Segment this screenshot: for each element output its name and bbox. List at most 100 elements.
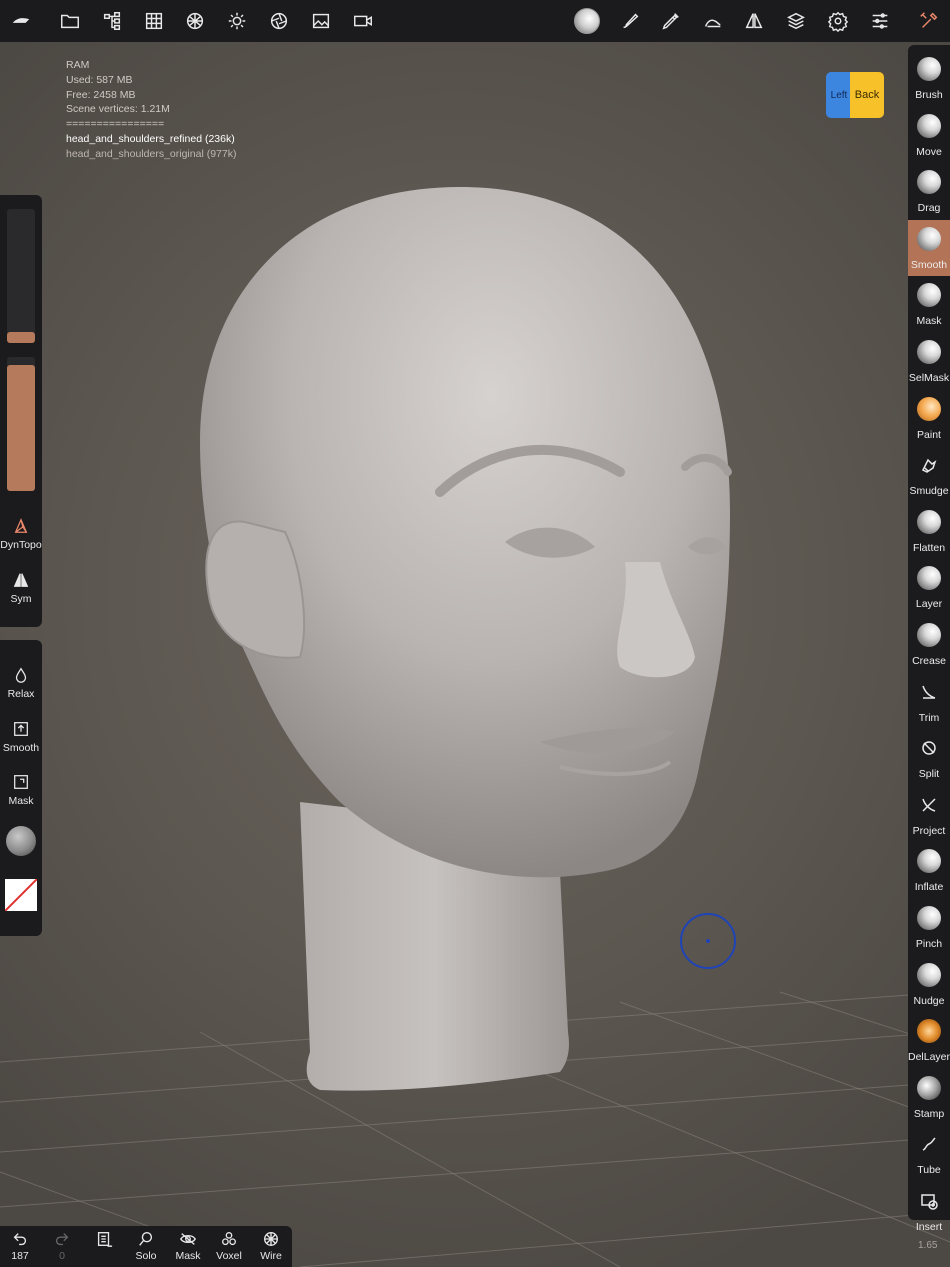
tool-label: Move bbox=[916, 145, 942, 158]
head-model[interactable] bbox=[0, 42, 950, 1267]
view-cube[interactable]: Left Back bbox=[826, 72, 884, 118]
voxel-label: Voxel bbox=[216, 1250, 242, 1262]
background-image-icon[interactable] bbox=[306, 6, 336, 36]
color-swatch[interactable] bbox=[5, 879, 37, 911]
smooth-brush-icon[interactable] bbox=[572, 6, 602, 36]
smooth-label: Smooth bbox=[2, 742, 40, 754]
tool-crease[interactable]: Crease bbox=[908, 616, 950, 672]
material-ball-icon[interactable] bbox=[6, 826, 36, 856]
mask-visibility-button[interactable]: Mask bbox=[168, 1230, 208, 1262]
tool-label: SelMask bbox=[908, 372, 950, 384]
tool-label: Project bbox=[912, 824, 946, 837]
pinch-ball-icon bbox=[917, 906, 941, 930]
left-action-panel: Relax Smooth Mask bbox=[0, 640, 42, 936]
move-ball-icon bbox=[917, 113, 941, 138]
tool-inflate[interactable]: Inflate bbox=[908, 842, 950, 898]
tool-split[interactable]: Split bbox=[908, 729, 950, 785]
tool-label: Split bbox=[918, 768, 940, 781]
document-button[interactable] bbox=[84, 1230, 124, 1250]
tool-tube[interactable]: Tube bbox=[908, 1125, 950, 1181]
redo-button[interactable]: 0 bbox=[42, 1230, 82, 1262]
mask-visibility-label: Mask bbox=[175, 1250, 201, 1262]
mask-button[interactable]: Mask bbox=[0, 773, 42, 807]
light-icon[interactable] bbox=[222, 6, 252, 36]
folder-icon[interactable] bbox=[55, 6, 85, 36]
mask-ball-icon bbox=[917, 283, 941, 308]
scene-stats: RAM Used: 587 MB Free: 2458 MB Scene ver… bbox=[66, 58, 236, 162]
bottom-toolbar: 187 0 Solo Mask Voxel Wire bbox=[0, 1226, 292, 1267]
tool-drag[interactable]: Drag bbox=[908, 163, 950, 219]
tool-nudge[interactable]: Nudge bbox=[908, 956, 950, 1012]
right-tool-panel: Brush Move Drag Smooth Mask SelMask Paint Smudg… bbox=[908, 45, 950, 1233]
tool-smooth[interactable]: Smooth bbox=[908, 219, 950, 276]
tool-smudge[interactable]: Smudge bbox=[908, 446, 950, 502]
settings-icon[interactable] bbox=[823, 6, 853, 36]
layer-ball-icon bbox=[917, 566, 941, 591]
view-cube-left[interactable]: Left bbox=[826, 72, 852, 118]
inflate-ball-icon bbox=[917, 849, 941, 874]
flatten-ball-icon bbox=[917, 509, 941, 534]
intensity-slider-fill bbox=[7, 365, 35, 491]
tool-label: Flatten bbox=[912, 541, 946, 554]
paint-brush-icon[interactable] bbox=[615, 6, 645, 36]
voxel-button[interactable]: Voxel bbox=[209, 1230, 249, 1262]
tool-label: Pinch bbox=[915, 938, 943, 950]
scene-tree-icon[interactable] bbox=[97, 6, 127, 36]
tool-insert[interactable]: Insert bbox=[908, 1182, 950, 1238]
picker-icon[interactable] bbox=[656, 6, 686, 36]
mesh-other[interactable]: head_and_shoulders_original (977k) bbox=[66, 147, 236, 162]
crease-ball-icon bbox=[917, 623, 941, 647]
selmask-ball-icon bbox=[917, 340, 941, 364]
ram-free: Free: 2458 MB bbox=[66, 88, 136, 101]
tool-label: DelLayer bbox=[908, 1051, 950, 1064]
grid-icon[interactable] bbox=[139, 6, 169, 36]
tool-move[interactable]: Move bbox=[908, 107, 950, 163]
tool-layer[interactable]: Layer bbox=[908, 559, 950, 615]
symmetry-icon[interactable] bbox=[739, 6, 769, 36]
tool-label: Mask bbox=[916, 315, 942, 328]
material-sphere-icon[interactable] bbox=[180, 6, 210, 36]
sym-button[interactable]: Sym bbox=[0, 571, 42, 605]
view-cube-back[interactable]: Back bbox=[850, 72, 884, 118]
postprocess-icon[interactable] bbox=[264, 6, 294, 36]
relax-button[interactable]: Relax bbox=[0, 666, 42, 700]
tool-pinch[interactable]: Pinch bbox=[908, 899, 950, 955]
tool-label: Nudge bbox=[913, 994, 945, 1007]
3d-viewport[interactable] bbox=[0, 42, 950, 1267]
tool-label: Drag bbox=[917, 202, 941, 215]
tool-flatten[interactable]: Flatten bbox=[908, 503, 950, 559]
radius-slider[interactable] bbox=[7, 209, 35, 343]
smooth-ball-icon bbox=[917, 226, 941, 251]
drag-ball-icon bbox=[917, 170, 941, 195]
ram-label: RAM bbox=[66, 59, 90, 71]
tool-dellayer[interactable]: DelLayer bbox=[908, 1012, 950, 1068]
wire-label: Wire bbox=[260, 1250, 282, 1262]
tool-selmask[interactable]: SelMask bbox=[908, 333, 950, 389]
tool-label: Paint bbox=[917, 428, 941, 441]
tool-brush[interactable]: Brush bbox=[908, 50, 950, 106]
intensity-slider[interactable] bbox=[7, 357, 35, 491]
tool-project[interactable]: Project bbox=[908, 786, 950, 842]
wire-button[interactable]: Wire bbox=[251, 1230, 291, 1262]
undo-button[interactable]: 187 bbox=[0, 1230, 40, 1262]
tool-label: Stamp bbox=[913, 1107, 945, 1120]
dyntopo-button[interactable]: DynTopo bbox=[0, 517, 42, 551]
version-label: 1.65 bbox=[918, 1240, 938, 1251]
ram-used: Used: 587 MB bbox=[66, 73, 133, 86]
logo-icon[interactable] bbox=[6, 6, 36, 36]
tool-trim[interactable]: Trim bbox=[908, 673, 950, 729]
solo-button[interactable]: Solo bbox=[126, 1230, 166, 1262]
stroke-icon[interactable] bbox=[698, 6, 728, 36]
insert-icon bbox=[919, 1191, 939, 1211]
tool-stamp[interactable]: Stamp bbox=[908, 1069, 950, 1125]
tool-mask[interactable]: Mask bbox=[908, 276, 950, 332]
video-icon[interactable] bbox=[348, 6, 378, 36]
mesh-active[interactable]: head_and_shoulders_refined (236k) bbox=[66, 132, 236, 147]
tools-icon[interactable] bbox=[914, 6, 944, 36]
smooth-button[interactable]: Smooth bbox=[0, 720, 42, 754]
sliders-icon[interactable] bbox=[865, 6, 895, 36]
left-brush-panel: DynTopo Sym bbox=[0, 195, 42, 627]
dellayer-ball-icon bbox=[917, 1019, 941, 1044]
layers-icon[interactable] bbox=[781, 6, 811, 36]
tool-paint[interactable]: Paint bbox=[908, 390, 950, 446]
